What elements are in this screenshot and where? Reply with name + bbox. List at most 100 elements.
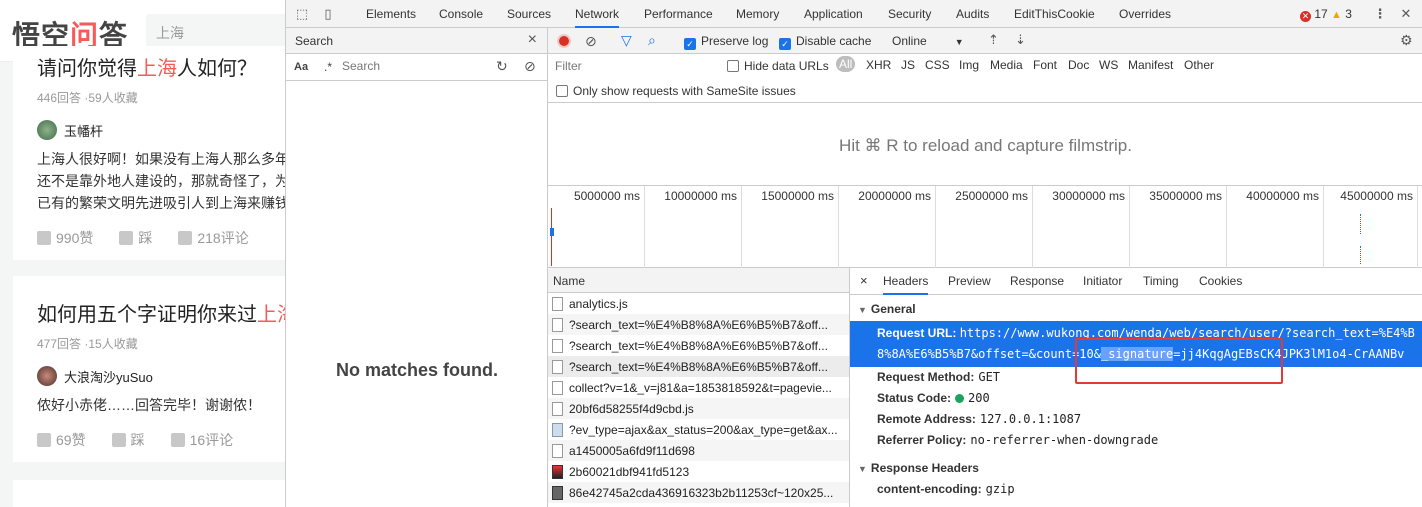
answer-excerpt[interactable]: 上海人很好啊！如果没有上海人那么多年 还不是靠外地人建设的，那就奇怪了，为 已有… (37, 148, 285, 214)
import-har-icon[interactable]: ⇡ (988, 32, 999, 48)
type-filter-xhr[interactable]: XHR (866, 58, 891, 72)
comment-button[interactable]: 218评论 (178, 228, 249, 248)
filter-icon[interactable]: ▽ (621, 32, 632, 49)
close-devtools-icon[interactable]: ✕ (1398, 6, 1414, 22)
preserve-log-checkbox[interactable]: ✓ Preserve log (684, 34, 768, 50)
content-encoding-row: content-encoding: gzip (877, 482, 1015, 496)
request-method-row: Request Method: GET (877, 370, 1001, 384)
device-toolbar-icon[interactable]: ▯ (320, 6, 336, 22)
match-case-button[interactable]: Aa (294, 61, 308, 73)
type-filter-all[interactable]: All (836, 56, 856, 72)
request-row[interactable]: a1450005a6fd9f11d698 (548, 440, 849, 461)
request-row[interactable]: 2b60021dbf941fd5123 (548, 461, 849, 482)
request-row-selected[interactable]: ?search_text=%E4%B8%8A%E6%B5%B7&off... (548, 356, 849, 377)
type-filter-media[interactable]: Media (990, 58, 1023, 72)
request-url-row[interactable]: Request URL: https://www.wukong.com/wend… (850, 321, 1422, 367)
tab-application[interactable]: Application (804, 0, 863, 28)
disable-cache-checkbox[interactable]: ✓ Disable cache (779, 34, 871, 50)
gear-icon[interactable]: ⚙ (1400, 32, 1413, 49)
author-name: 玉幡杆 (64, 123, 104, 139)
timeline-tick: 40000000 ms (1227, 186, 1324, 268)
tab-overrides[interactable]: Overrides (1119, 0, 1171, 28)
thumbs-up-icon (37, 231, 51, 245)
request-row[interactable]: 86e42745a2cda436916323b2b11253cf~120x25.… (548, 482, 849, 503)
type-filter-js[interactable]: JS (901, 58, 915, 72)
like-button[interactable]: 69赞 (37, 430, 86, 450)
checkbox-checked-icon: ✓ (779, 38, 791, 50)
answer-author[interactable]: 大浪淘沙yuSuo (37, 366, 279, 386)
record-icon[interactable] (557, 34, 571, 48)
export-har-icon[interactable]: ⇣ (1015, 32, 1026, 48)
search-input[interactable]: Search (342, 59, 482, 73)
tab-performance[interactable]: Performance (644, 0, 713, 28)
issues-counter[interactable]: ✕ 17 ▲ 3 (1300, 7, 1352, 22)
timeline-tick: 35000000 ms (1130, 186, 1227, 268)
general-section-header[interactable]: ▼ General (850, 298, 1422, 320)
tab-response[interactable]: Response (1010, 268, 1064, 295)
request-row[interactable]: collect?v=1&_v=j81&a=1853818592&t=pagevi… (548, 377, 849, 398)
request-row[interactable]: ?search_text=%E4%B8%8A%E6%B5%B7&off... (548, 335, 849, 356)
tab-network[interactable]: Network (575, 0, 620, 28)
search-icon[interactable]: ⌕ (648, 32, 656, 49)
request-details: × Headers Preview Response Initiator Tim… (850, 268, 1422, 507)
avatar (37, 366, 57, 386)
question-title[interactable]: 请问你觉得上海人如何？ (37, 52, 279, 81)
inspect-element-icon[interactable]: ⬚ (294, 6, 310, 22)
dislike-button[interactable]: 踩 (111, 430, 145, 450)
close-icon[interactable]: × (528, 31, 537, 49)
filter-bar: Filter Hide data URLs All XHR JS CSS Img… (548, 54, 1422, 78)
question-card[interactable]: 如何用五个字证明你来过上海 477回答 ·15人收藏 大浪淘沙yuSuo 侬好小… (13, 276, 285, 462)
more-options-icon[interactable]: ⋮ (1372, 6, 1388, 22)
tab-timing[interactable]: Timing (1143, 268, 1179, 295)
status-code-row: Status Code: 200 (877, 391, 990, 405)
timeline-tick: 5000000 ms (548, 186, 645, 268)
type-filter-css[interactable]: CSS (925, 58, 950, 72)
tab-elements[interactable]: Elements (366, 0, 416, 28)
request-row[interactable]: 20bf6d58255f4d9cbd.js (548, 398, 849, 419)
name-column-header[interactable]: Name (548, 268, 849, 293)
tab-memory[interactable]: Memory (736, 0, 779, 28)
tab-cookies[interactable]: Cookies (1199, 268, 1242, 295)
regex-button[interactable]: .* (324, 60, 332, 74)
tab-headers[interactable]: Headers (883, 268, 929, 295)
answer-author[interactable]: 玉幡杆 (37, 120, 279, 140)
response-headers-section-header[interactable]: ▼ Response Headers (850, 457, 1422, 479)
clear-icon[interactable]: ⊘ (524, 58, 536, 75)
comment-button[interactable]: 16评论 (170, 430, 233, 450)
clear-log-icon[interactable]: ⊘ (585, 33, 597, 50)
question-title[interactable]: 如何用五个字证明你来过上海 (37, 298, 285, 327)
site-search-input[interactable]: 上海 (146, 14, 285, 50)
type-filter-doc[interactable]: Doc (1068, 58, 1089, 72)
tab-preview[interactable]: Preview (948, 268, 991, 295)
hide-data-urls-checkbox[interactable]: Hide data URLs (727, 59, 829, 73)
timeline-overview[interactable]: 5000000 ms 10000000 ms 15000000 ms 20000… (548, 186, 1422, 268)
tab-console[interactable]: Console (439, 0, 483, 28)
question-card[interactable]: 请问你觉得上海人如何？ 446回答 ·59人收藏 玉幡杆 上海人很好啊！如果没有… (13, 46, 285, 260)
request-row[interactable]: ?ev_type=ajax&ax_status=200&ax_type=get&… (548, 419, 849, 440)
like-button[interactable]: 990赞 (37, 228, 93, 248)
type-filter-font[interactable]: Font (1033, 58, 1057, 72)
request-row[interactable]: ?search_text=%E4%B8%8A%E6%B5%B7&off... (548, 314, 849, 335)
refresh-icon[interactable]: ↻ (496, 58, 508, 75)
answer-excerpt[interactable]: 侬好小赤佬……回答完毕！谢谢侬！ (37, 394, 279, 416)
tab-initiator[interactable]: Initiator (1083, 268, 1122, 295)
type-filter-ws[interactable]: WS (1099, 58, 1118, 72)
tab-sources[interactable]: Sources (507, 0, 551, 28)
file-icon (552, 380, 563, 395)
type-filter-manifest[interactable]: Manifest (1128, 58, 1173, 72)
tab-editthiscookie[interactable]: EditThisCookie (1014, 0, 1095, 28)
filter-input[interactable]: Filter (552, 57, 716, 75)
type-filter-other[interactable]: Other (1184, 58, 1214, 72)
samesite-checkbox[interactable]: Only show requests with SameSite issues (556, 84, 796, 98)
type-filter-img[interactable]: Img (959, 58, 979, 72)
close-details-icon[interactable]: × (860, 268, 868, 295)
dislike-button[interactable]: 踩 (119, 228, 152, 248)
tab-security[interactable]: Security (888, 0, 931, 28)
throttling-select[interactable]: Online ▼ (892, 34, 964, 48)
question-card[interactable] (13, 480, 285, 507)
timeline-tick: 15000000 ms (742, 186, 839, 268)
tab-audits[interactable]: Audits (956, 0, 989, 28)
devtools-toolbar: ⬚ ▯ Elements Console Sources Network Per… (286, 0, 1422, 28)
request-row[interactable]: analytics.js (548, 293, 849, 314)
request-url-label: Request URL: (877, 326, 957, 340)
